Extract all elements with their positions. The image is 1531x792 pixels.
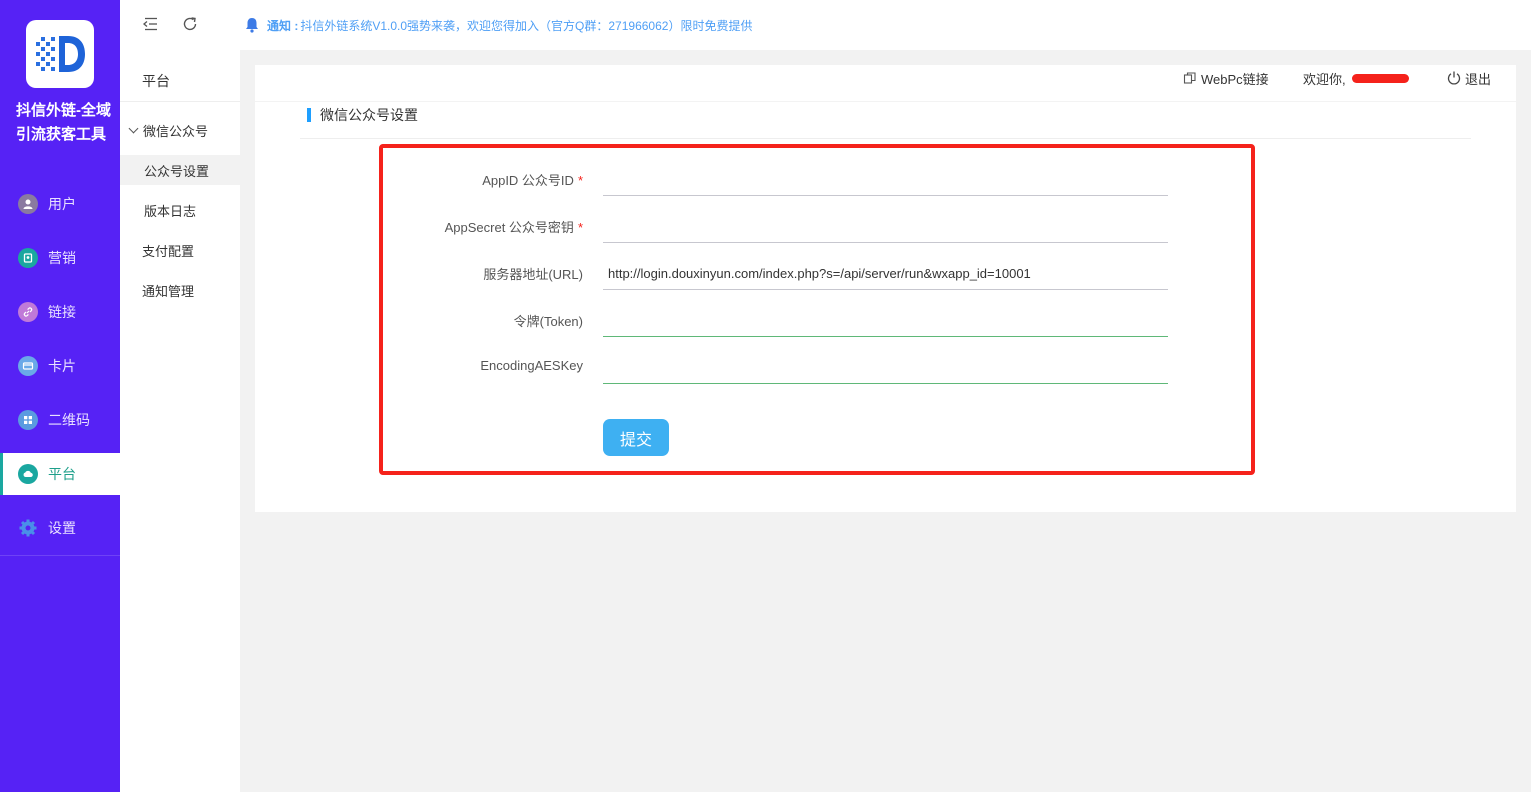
redacted-username (1351, 73, 1409, 83)
submenu-item-label: 支付配置 (142, 243, 195, 259)
nav-item-card[interactable]: 卡片 (0, 345, 120, 387)
logout-label: 退出 (1465, 71, 1492, 87)
webpc-link[interactable]: WebPc链接 (1183, 68, 1269, 88)
user-avatar-icon (18, 194, 38, 214)
notice-text: 抖信外链系统V1.0.0强势来袭，欢迎您得加入（官方Q群：271966062）限… (300, 18, 753, 33)
marketing-icon (18, 248, 38, 268)
refresh-icon[interactable] (180, 15, 200, 35)
link-icon (18, 302, 38, 322)
submenu-item-label: 通知管理 (142, 283, 195, 299)
gear-icon (18, 518, 38, 538)
nav-label-card: 卡片 (48, 358, 76, 374)
nav-item-user[interactable]: 用户 (0, 183, 120, 225)
bell-icon (246, 18, 258, 33)
logout-button[interactable]: 退出 (1446, 68, 1491, 88)
main-sidebar: 抖信外链-全域引流获客工具 用户 营销 链接 卡片 二维码 平台 设置 (0, 0, 120, 792)
section-divider (300, 138, 1471, 139)
section-title-text: 微信公众号设置 (320, 107, 418, 123)
nav-label-settings: 设置 (48, 520, 76, 536)
nav-item-qrcode[interactable]: 二维码 (0, 399, 120, 441)
nav-item-marketing[interactable]: 营销 (0, 237, 120, 279)
highlight-box (379, 144, 1255, 475)
notice-label: 通知 : (267, 18, 299, 33)
nav-label-marketing: 营销 (48, 250, 76, 266)
notice-bar: 通知 : 抖信外链系统V1.0.0强势来袭，欢迎您得加入（官方Q群：271966… (243, 16, 752, 34)
submenu-item-label: 版本日志 (144, 203, 197, 219)
nav-label-user: 用户 (48, 196, 76, 212)
submenu-item-label: 公众号设置 (144, 163, 210, 179)
submenu-item-version-log[interactable]: 版本日志 (120, 195, 240, 225)
nav-item-settings[interactable]: 设置 (0, 507, 120, 549)
submenu-item-payment-config[interactable]: 支付配置 (120, 235, 240, 265)
app-title: 抖信外链-全域引流获客工具 (16, 102, 111, 143)
submenu-header: 平台 (142, 73, 170, 89)
welcome-label: 欢迎你, (1303, 71, 1346, 87)
nav-label-link: 链接 (48, 304, 76, 320)
card-icon (18, 356, 38, 376)
submenu-item-account-settings[interactable]: 公众号设置 (120, 155, 240, 185)
submenu-group-label: 微信公众号 (143, 124, 209, 139)
nav-label-qrcode: 二维码 (48, 412, 90, 428)
nav-item-platform[interactable]: 平台 (0, 453, 120, 495)
nav-item-link[interactable]: 链接 (0, 291, 120, 333)
copy-link-icon (1183, 72, 1196, 84)
welcome-user: 欢迎你, (1303, 68, 1409, 88)
chevron-down-icon (128, 123, 139, 134)
logo-d-icon (36, 36, 85, 72)
cloud-icon (18, 464, 38, 484)
submenu-item-notification[interactable]: 通知管理 (120, 275, 240, 305)
app-logo[interactable] (26, 20, 94, 88)
sidebar-divider (0, 555, 120, 556)
qrcode-icon (18, 410, 38, 430)
submenu-group-wechat[interactable]: 微信公众号 (128, 121, 209, 140)
webpc-link-label: WebPc链接 (1201, 71, 1269, 87)
section-title-bar (307, 108, 311, 122)
power-icon (1447, 71, 1461, 85)
section-title: 微信公众号设置 (307, 106, 418, 124)
secondary-menu: 平台 微信公众号 公众号设置 版本日志 支付配置 通知管理 (120, 0, 240, 792)
nav-label-platform: 平台 (48, 466, 76, 482)
menu-collapse-icon[interactable] (140, 15, 160, 35)
submenu-divider (120, 101, 240, 102)
